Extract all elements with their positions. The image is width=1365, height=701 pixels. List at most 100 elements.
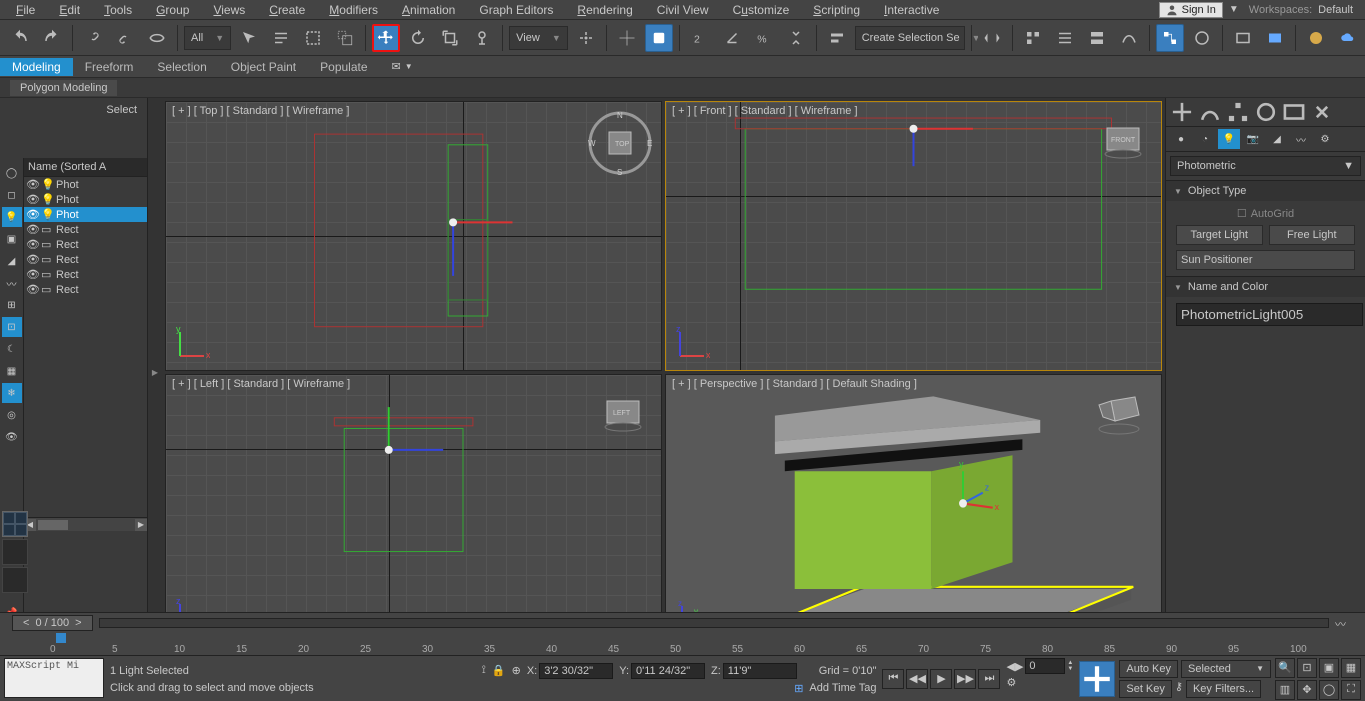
filter-hidden-icon[interactable]: ◎ bbox=[2, 405, 22, 425]
time-slider-handle[interactable]: < 0 / 100 > bbox=[12, 615, 93, 631]
filter-groups-icon[interactable]: ⊞ bbox=[2, 295, 22, 315]
menu-scripting[interactable]: Scripting bbox=[801, 3, 872, 17]
time-ruler-marker[interactable] bbox=[56, 633, 66, 643]
sign-in-caret-icon[interactable]: ▼ bbox=[1229, 4, 1239, 15]
absolute-relative-icon[interactable]: ⊕ bbox=[512, 664, 521, 677]
viewport-layout-alt[interactable] bbox=[2, 567, 28, 593]
zoom-button[interactable]: 🔍 bbox=[1275, 658, 1295, 678]
coord-x-input[interactable] bbox=[539, 663, 613, 679]
visibility-icon[interactable]: 👁 bbox=[26, 253, 38, 266]
zoom-extents-all-button[interactable]: ▦ bbox=[1341, 658, 1361, 678]
time-slider-left-arrow[interactable]: < bbox=[23, 617, 29, 629]
scene-row[interactable]: 👁▭Rect bbox=[24, 222, 147, 237]
viewport-layout-single[interactable] bbox=[2, 539, 28, 565]
rendered-frame-window-button[interactable] bbox=[1261, 24, 1289, 52]
subcat-shapes-icon[interactable]: ◔ bbox=[1194, 129, 1216, 149]
select-window-crossing-button[interactable] bbox=[331, 24, 359, 52]
key-filters-button[interactable]: Key Filters... bbox=[1186, 680, 1261, 698]
schematic-view-button[interactable] bbox=[1156, 24, 1184, 52]
key-filter-selected-dropdown[interactable]: Selected▼ bbox=[1181, 660, 1271, 678]
set-keys-button[interactable] bbox=[1079, 661, 1115, 697]
select-and-move-button[interactable] bbox=[372, 24, 400, 52]
rollout-name-and-color-header[interactable]: Name and Color bbox=[1166, 277, 1365, 297]
select-and-rotate-button[interactable] bbox=[404, 24, 432, 52]
scene-row[interactable]: 👁💡Phot bbox=[24, 192, 147, 207]
viewport-front-label[interactable]: [ + ] [ Front ] [ Standard ] [ Wireframe… bbox=[672, 105, 858, 117]
ribbon-tab-object-paint[interactable]: Object Paint bbox=[219, 58, 308, 76]
subcat-lights-icon[interactable]: 💡 bbox=[1218, 129, 1240, 149]
visibility-icon[interactable]: 👁 bbox=[26, 178, 38, 191]
scene-list-header[interactable]: Name (Sorted A bbox=[24, 158, 147, 177]
ribbon-tab-freeform[interactable]: Freeform bbox=[73, 58, 146, 76]
field-of-view-button[interactable]: ▥ bbox=[1275, 680, 1295, 700]
filter-lights-icon[interactable]: 💡 bbox=[2, 207, 22, 227]
visibility-icon[interactable]: 👁 bbox=[26, 238, 38, 251]
unlink-button[interactable] bbox=[111, 24, 139, 52]
ribbon-sub-polygon-modeling[interactable]: Polygon Modeling bbox=[10, 80, 117, 96]
time-config-button[interactable]: ⚙ bbox=[1006, 676, 1016, 689]
render-production-button[interactable] bbox=[1302, 24, 1330, 52]
filter-geometry-icon[interactable]: ◯ bbox=[2, 163, 22, 183]
menu-interactive[interactable]: Interactive bbox=[872, 3, 951, 17]
filter-cameras-icon[interactable]: ▣ bbox=[2, 229, 22, 249]
select-and-scale-button[interactable] bbox=[436, 24, 464, 52]
pan-button[interactable]: ✥ bbox=[1297, 680, 1317, 700]
angle-snap-button[interactable] bbox=[718, 24, 746, 52]
ribbon-mail-icon[interactable]: ✉ bbox=[392, 60, 401, 73]
add-time-tag[interactable]: Add Time Tag bbox=[809, 682, 876, 694]
named-selection-dropdown[interactable]: Create Selection Se▼ bbox=[855, 26, 965, 50]
select-by-name-button[interactable] bbox=[267, 24, 295, 52]
viewport-top[interactable]: [ + ] [ Top ] [ Standard ] [ Wireframe ]… bbox=[165, 101, 662, 371]
viewport-front[interactable]: [ + ] [ Front ] [ Standard ] [ Wireframe… bbox=[665, 101, 1162, 371]
ref-coord-dropdown[interactable]: View▼ bbox=[509, 26, 568, 50]
ribbon-tab-selection[interactable]: Selection bbox=[145, 58, 218, 76]
viewcube-left[interactable]: LEFT bbox=[595, 395, 651, 435]
menu-animation[interactable]: Animation bbox=[390, 3, 467, 17]
menu-group[interactable]: Group bbox=[144, 3, 201, 17]
sun-positioner-button[interactable]: Sun Positioner bbox=[1176, 250, 1355, 270]
selection-lock-toggle-icon[interactable]: 🔒 bbox=[492, 664, 506, 677]
subcat-systems-icon[interactable]: ⚙ bbox=[1314, 129, 1336, 149]
select-manipulate-button[interactable] bbox=[613, 24, 641, 52]
scene-row[interactable]: 👁▭Rect bbox=[24, 237, 147, 252]
prev-frame-button[interactable]: ◀◀ bbox=[906, 669, 928, 689]
goto-end-button[interactable]: ⏭ bbox=[978, 669, 1000, 689]
scene-list-hscroll[interactable]: ◀ ▶ bbox=[24, 517, 147, 531]
time-slider-right-arrow[interactable]: > bbox=[75, 617, 81, 629]
redo-button[interactable] bbox=[38, 24, 66, 52]
render-in-cloud-button[interactable] bbox=[1334, 24, 1362, 52]
material-editor-button[interactable] bbox=[1188, 24, 1216, 52]
viewport-left[interactable]: [ + ] [ Left ] [ Standard ] [ Wireframe … bbox=[165, 374, 662, 644]
cmd-tab-hierarchy[interactable] bbox=[1225, 101, 1251, 123]
zoom-extents-button[interactable]: ▣ bbox=[1319, 658, 1339, 678]
scene-row[interactable]: 👁💡Phot bbox=[24, 207, 147, 222]
menu-edit[interactable]: Edit bbox=[47, 3, 92, 17]
filter-containers-icon[interactable]: ▦ bbox=[2, 361, 22, 381]
scroll-right-icon[interactable]: ▶ bbox=[135, 519, 147, 531]
mini-curve-editor-button[interactable]: 〰 bbox=[1335, 616, 1353, 630]
autogrid-checkbox[interactable]: ☐AutoGrid bbox=[1176, 207, 1355, 220]
scene-row[interactable]: 👁💡Phot bbox=[24, 177, 147, 192]
viewport-perspective[interactable]: [ + ] [ Perspective ] [ Standard ] [ Def… bbox=[665, 374, 1162, 644]
object-name-input[interactable] bbox=[1176, 303, 1363, 326]
subcat-geometry-icon[interactable]: ● bbox=[1170, 129, 1192, 149]
filter-xrefs-icon[interactable]: ⊡ bbox=[2, 317, 22, 337]
workspace-value[interactable]: Default bbox=[1318, 4, 1353, 16]
time-tag-icon[interactable]: ⊞ bbox=[794, 682, 803, 695]
cmd-tab-motion[interactable] bbox=[1253, 101, 1279, 123]
ribbon-tab-populate[interactable]: Populate bbox=[308, 58, 379, 76]
undo-button[interactable] bbox=[6, 24, 34, 52]
ribbon-caret-icon[interactable]: ▼ bbox=[405, 62, 413, 71]
filter-bones-icon[interactable]: ☾ bbox=[2, 339, 22, 359]
filter-frozen-icon[interactable]: ❄ bbox=[2, 383, 22, 403]
select-and-place-button[interactable] bbox=[468, 24, 496, 52]
scene-row[interactable]: 👁▭Rect bbox=[24, 282, 147, 297]
scene-row[interactable]: 👁▭Rect bbox=[24, 267, 147, 282]
subcat-helpers-icon[interactable]: ◢ bbox=[1266, 129, 1288, 149]
free-light-button[interactable]: Free Light bbox=[1269, 225, 1356, 245]
toggle-ribbon-button[interactable] bbox=[1083, 24, 1111, 52]
use-pivot-center-button[interactable] bbox=[572, 24, 600, 52]
edit-named-selection-button[interactable] bbox=[823, 24, 851, 52]
maximize-viewport-button[interactable]: ⛶ bbox=[1341, 680, 1361, 700]
link-button[interactable] bbox=[79, 24, 107, 52]
